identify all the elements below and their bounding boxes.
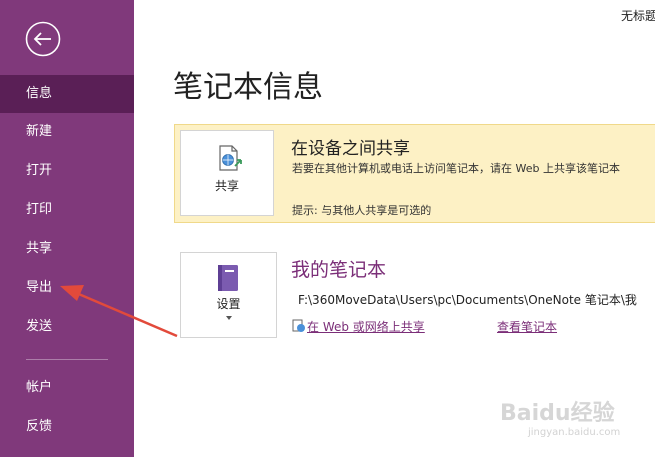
annotation-arrow — [60, 285, 178, 338]
